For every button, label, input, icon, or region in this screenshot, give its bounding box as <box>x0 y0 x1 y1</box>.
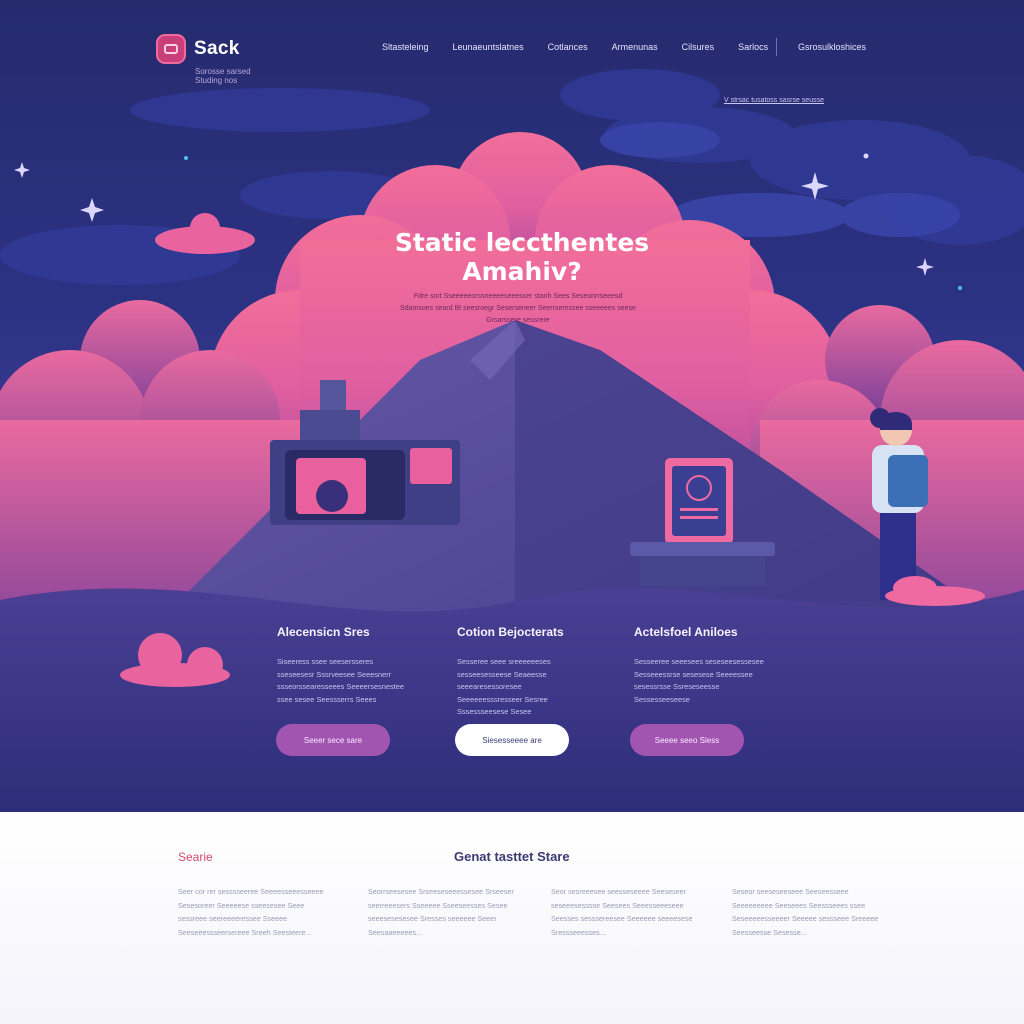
hero-title-line-1: Static leccthentes <box>394 228 650 257</box>
feature-3-button[interactable]: Seeee seeo Sless <box>630 724 744 756</box>
bag-icon <box>156 34 186 64</box>
logo-tagline: Sorosse sarsed Studing nos <box>195 67 251 85</box>
feature-title: Alecensicn Sres <box>277 625 370 639</box>
feature-text: Siseeress ssee seesersseres sseseesesr S… <box>277 657 404 704</box>
feature-title: Cotion Bejocterats <box>457 625 564 639</box>
nav-divider <box>776 38 777 56</box>
main-nav: Sltasteleing Leunaeuntslatnes Cotlances … <box>382 42 792 52</box>
sub-nav-link[interactable]: V strsac tusatoss sasrse seusse <box>724 97 824 104</box>
text-column-1: Seer cor rer sesssseeree Seeeesseeesseee… <box>178 887 324 938</box>
section-title: Genat tasttet Stare <box>454 849 570 864</box>
feature-text: Sesseeree seeesees seseseesessesee Sesse… <box>634 657 764 704</box>
feature-card-1: Alecensicn Sres Siseeress ssee seesersse… <box>277 625 407 706</box>
section-tag: Searie <box>178 850 213 864</box>
feature-text: Sesseree seee sreeeeeeses sesseesesseese… <box>457 657 551 717</box>
logo-text: Sack <box>194 38 240 59</box>
hero-title: Static leccthentes Amahiv? <box>330 228 714 286</box>
feature-2-button[interactable]: Siesesseeee are <box>455 724 569 756</box>
nav-item-3[interactable]: Cotlances <box>548 42 588 52</box>
lower-section: Searie Genat tasttet Stare Seer cor rer … <box>0 812 1024 1024</box>
feature-card-2: Cotion Bejocterats Sesseree seee sreeeee… <box>457 625 587 719</box>
nav-item-4[interactable]: Armenunas <box>612 42 658 52</box>
feature-card-3: Actelsfoel Aniloes Sesseeree seeesees se… <box>634 625 764 706</box>
nav-item-2[interactable]: Leunaeuntslatnes <box>453 42 524 52</box>
hero-title-line-2: Amahiv? <box>462 257 582 286</box>
nav-cta-link[interactable]: Gsrosulkloshices <box>798 42 866 52</box>
logo[interactable]: Sack <box>156 34 240 64</box>
hero-description: Fdre sort Sseeeeeorssneeeeseeesser stanh… <box>400 293 636 324</box>
text-column-4: Seseor seeseseeseee Seeseesseee Seeeeeee… <box>732 887 879 938</box>
nav-item-6[interactable]: Sarlocs <box>738 42 768 52</box>
hero-section: Sack Sorosse sarsed Studing nos Sltastel… <box>0 0 1024 812</box>
nav-item-5[interactable]: Cilsures <box>682 42 715 52</box>
nav-item-1[interactable]: Sltasteleing <box>382 42 429 52</box>
text-column-3: Seor sesreeesee seesseseeee Seeseseer se… <box>551 887 693 938</box>
text-column-2: Seorrseesesee Srseeseseeessesee Srseeser… <box>368 887 514 938</box>
feature-1-button[interactable]: Seeer sece sare <box>276 724 390 756</box>
feature-title: Actelsfoel Aniloes <box>634 625 738 639</box>
